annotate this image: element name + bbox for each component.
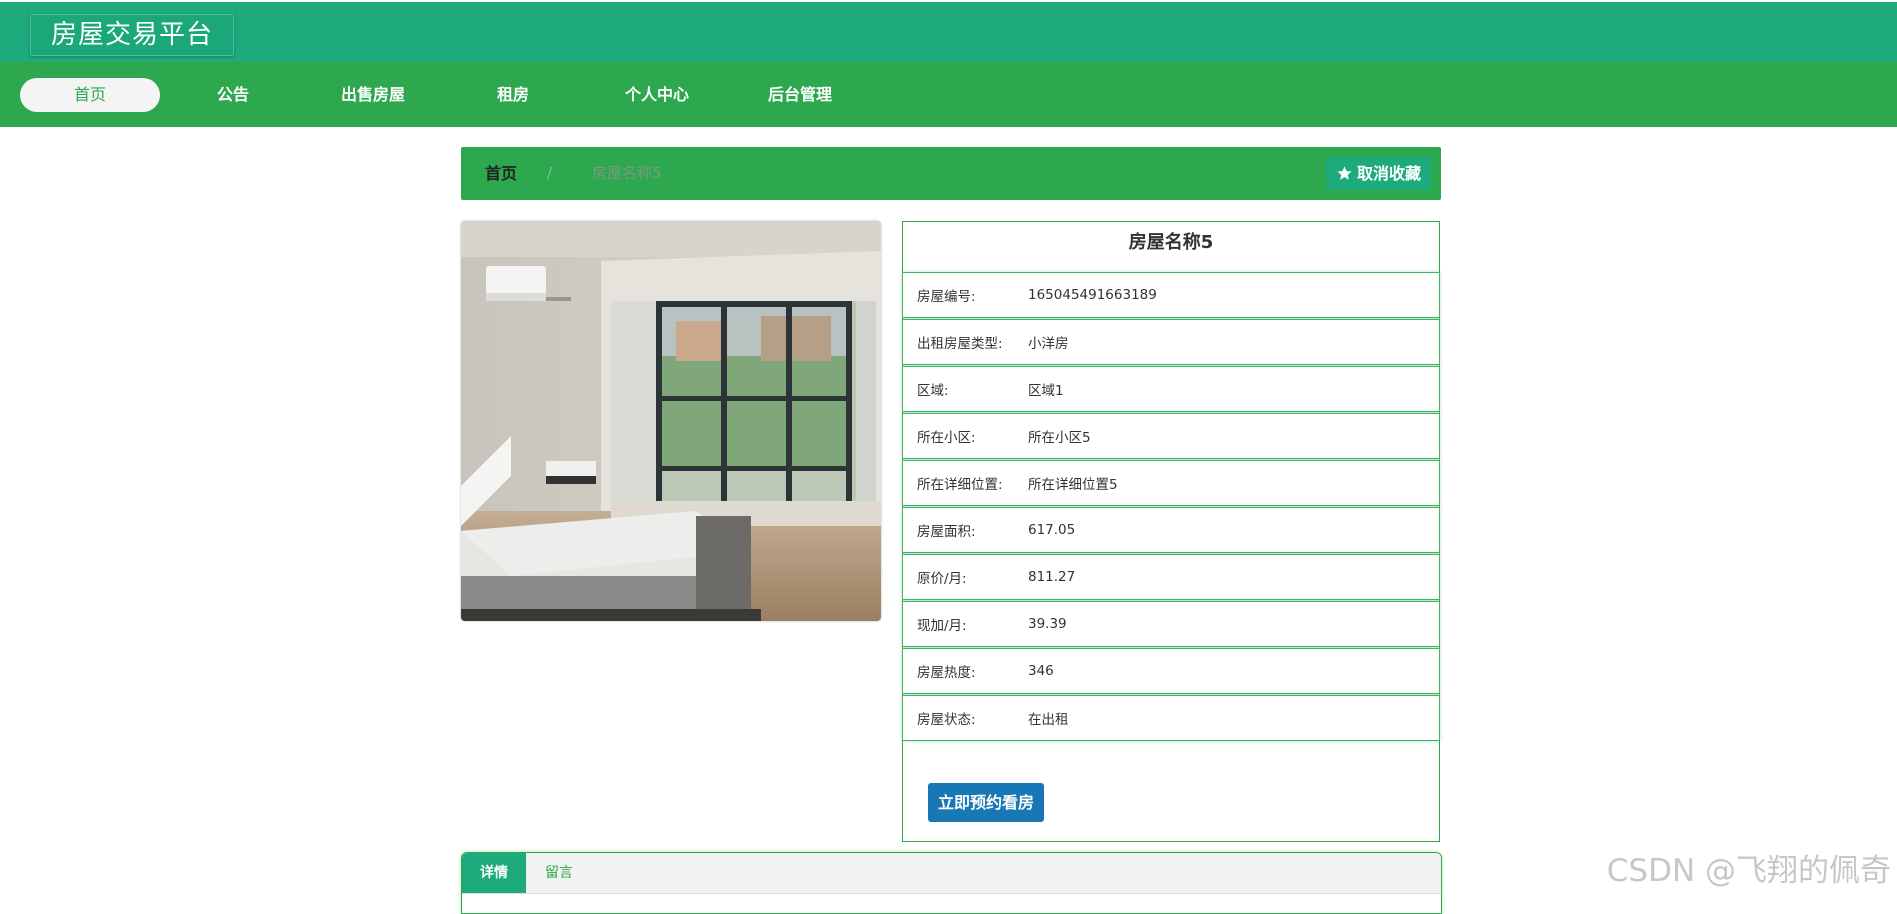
row-value: 区域1 [1028,383,1064,399]
row-value: 所在详细位置5 [1028,477,1118,493]
row-value: 所在小区5 [1028,430,1091,446]
unfavorite-button[interactable]: 取消收藏 [1325,157,1431,190]
site-title[interactable]: 房屋交易平台 [30,14,235,56]
house-title: 房屋名称5 [1128,232,1214,253]
info-row-area: 房屋面积: 617.05 [902,507,1440,553]
row-value: 在出租 [1028,712,1069,728]
nav-item-notice[interactable]: 公告 [163,78,303,112]
row-value: 39.39 [1028,616,1067,632]
row-label: 所在详细位置: [917,477,1003,493]
row-value: 811.27 [1028,569,1076,585]
row-label: 所在小区: [917,430,976,446]
watermark: CSDN @飞翔的佩奇 [1606,853,1891,889]
row-label: 房屋面积: [917,524,976,540]
book-viewing-button[interactable]: 立即预约看房 [928,783,1045,822]
bedroom-image [461,221,881,621]
breadcrumb: 首页 / 房屋名称5 取消收藏 [461,147,1441,200]
info-row-original-price: 原价/月: 811.27 [902,554,1440,600]
row-value: 346 [1028,663,1054,679]
info-row-current-price: 现加/月: 39.39 [902,601,1440,647]
info-row-house-number: 房屋编号: 165045491663189 [902,272,1440,318]
top-header: 房屋交易平台 [0,2,1897,62]
row-label: 房屋编号: [917,289,976,305]
star-icon [1337,166,1352,180]
info-row-status: 房屋状态: 在出租 [902,695,1440,741]
info-row-address: 所在详细位置: 所在详细位置5 [902,460,1440,506]
nav-item-personal-center[interactable]: 个人中心 [587,78,727,112]
tabs-header: 详情 留言 [462,853,1441,894]
breadcrumb-current: 房屋名称5 [592,164,662,182]
tab-details[interactable]: 详情 [462,853,526,893]
breadcrumb-separator: / [547,164,553,182]
row-label: 房屋热度: [917,665,976,681]
row-label: 区域: [917,383,949,399]
detail-tabs: 详情 留言 [461,852,1442,914]
info-row-region: 区域: 区域1 [902,366,1440,412]
breadcrumb-home[interactable]: 首页 [485,147,517,200]
row-value: 617.05 [1028,522,1076,538]
row-label: 现加/月: [917,618,967,634]
nav-item-rent[interactable]: 租房 [443,78,583,112]
nav-item-admin[interactable]: 后台管理 [730,78,870,112]
row-label: 房屋状态: [917,712,976,728]
row-label: 原价/月: [917,571,967,587]
main-nav: 首页 公告 出售房屋 租房 个人中心 后台管理 [0,62,1897,127]
row-label: 出租房屋类型: [917,336,1003,352]
nav-item-home[interactable]: 首页 [20,78,160,112]
unfavorite-label: 取消收藏 [1356,164,1421,183]
info-row-popularity: 房屋热度: 346 [902,648,1440,694]
nav-item-sell-house[interactable]: 出售房屋 [303,78,443,112]
house-photo [461,221,881,621]
house-info-card: 房屋名称5 房屋编号: 165045491663189 出租房屋类型: 小洋房 … [902,221,1440,842]
info-row-rental-type: 出租房屋类型: 小洋房 [902,319,1440,365]
row-value: 165045491663189 [1028,287,1157,303]
tab-comments[interactable]: 留言 [527,853,591,893]
info-row-community: 所在小区: 所在小区5 [902,413,1440,459]
row-value: 小洋房 [1028,336,1069,352]
